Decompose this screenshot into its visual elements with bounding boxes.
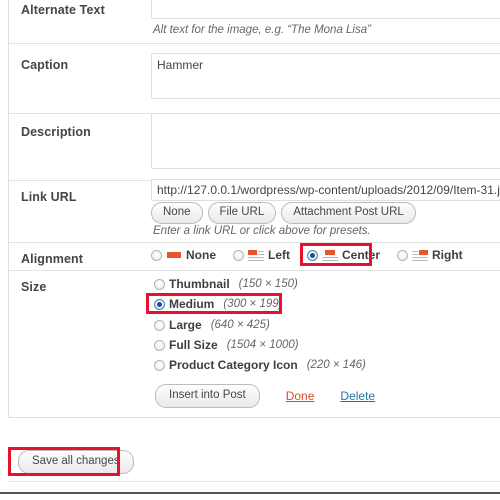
align-left-icon xyxy=(248,249,264,261)
alignment-radio-none[interactable] xyxy=(151,249,162,261)
size-option-thumbnail[interactable]: Thumbnail (150 × 150) xyxy=(152,275,300,293)
save-all-changes-button[interactable]: Save all changes xyxy=(18,450,134,474)
footer-divider xyxy=(8,481,500,482)
size-option-product-category-icon[interactable]: Product Category Icon (220 × 146) xyxy=(152,356,368,374)
description-label: Description xyxy=(21,125,91,139)
size-option-medium[interactable]: Medium (300 × 199) xyxy=(152,295,284,313)
alignment-radio-left[interactable] xyxy=(233,249,244,261)
link-url-hint: Enter a link URL or click above for pres… xyxy=(153,225,371,237)
size-radio-thumbnail[interactable] xyxy=(154,278,165,290)
size-option-full-size-label: Full Size xyxy=(169,338,218,352)
size-radio-product-category-icon[interactable] xyxy=(154,359,165,371)
alignment-radio-group: None Left Center Right xyxy=(149,246,465,264)
alignment-option-right-label: Right xyxy=(432,248,463,262)
size-option-thumbnail-label: Thumbnail xyxy=(169,277,230,291)
insert-into-post-button[interactable]: Insert into Post xyxy=(155,384,260,408)
alignment-option-none-label: None xyxy=(186,248,216,262)
caption-textarea[interactable] xyxy=(151,53,500,99)
size-radio-large[interactable] xyxy=(154,319,165,331)
size-option-thumbnail-dimensions: (150 × 150) xyxy=(238,278,298,290)
field-row-caption: Caption xyxy=(9,43,500,113)
alternate-text-hint: Alt text for the image, e.g. “The Mona L… xyxy=(153,24,371,36)
alignment-radio-center[interactable] xyxy=(307,249,318,261)
size-option-full-size[interactable]: Full Size (1504 × 1000) xyxy=(152,336,301,354)
alignment-option-none[interactable]: None xyxy=(149,246,218,264)
size-option-large[interactable]: Large (640 × 425) xyxy=(152,316,272,334)
attachment-fields-panel: Alternate Text Alt text for the image, e… xyxy=(8,0,500,418)
delete-link[interactable]: Delete xyxy=(340,389,375,403)
align-right-icon xyxy=(412,249,429,261)
size-option-large-dimensions: (640 × 425) xyxy=(210,319,270,331)
size-option-medium-label: Medium xyxy=(169,297,215,311)
media-attachment-details-screen: Alternate Text Alt text for the image, e… xyxy=(0,0,500,500)
size-radio-medium[interactable] xyxy=(154,298,165,310)
size-label: Size xyxy=(21,280,47,294)
alignment-option-center-label: Center xyxy=(342,248,381,262)
size-option-medium-dimensions: (300 × 199) xyxy=(223,298,283,310)
align-center-icon xyxy=(322,249,338,261)
size-option-product-category-icon-label: Product Category Icon xyxy=(169,358,298,372)
field-row-alternate-text: Alternate Text Alt text for the image, e… xyxy=(9,0,500,45)
size-option-product-category-icon-dimensions: (220 × 146) xyxy=(306,359,366,371)
caption-label: Caption xyxy=(21,58,69,72)
field-row-link-url: Link URL None File URL Attachment Post U… xyxy=(9,179,500,243)
save-all-changes-button-wrap: Save all changes xyxy=(18,450,134,474)
field-row-description: Description xyxy=(9,113,500,185)
size-option-large-label: Large xyxy=(169,318,202,332)
alignment-option-center[interactable]: Center xyxy=(305,246,382,264)
field-row-size: Size Thumbnail (150 × 150) Medium (300 ×… xyxy=(9,270,500,418)
alternate-text-label: Alternate Text xyxy=(21,3,105,17)
alternate-text-input[interactable] xyxy=(151,0,500,19)
size-option-full-size-dimensions: (1504 × 1000) xyxy=(226,339,299,351)
link-preset-file-url-button[interactable]: File URL xyxy=(207,202,277,224)
align-none-icon xyxy=(166,249,182,261)
done-link[interactable]: Done xyxy=(286,389,315,403)
link-url-label: Link URL xyxy=(21,190,77,204)
alignment-option-left[interactable]: Left xyxy=(231,246,292,264)
alignment-label: Alignment xyxy=(21,252,84,266)
alignment-radio-right[interactable] xyxy=(397,249,409,261)
link-preset-attachment-post-url-button[interactable]: Attachment Post URL xyxy=(281,202,416,224)
attachment-actions: Insert into Post Done Delete xyxy=(155,384,375,408)
alignment-option-right[interactable]: Right xyxy=(395,246,465,264)
description-textarea[interactable] xyxy=(151,113,500,169)
link-url-preset-buttons: None File URL Attachment Post URL xyxy=(151,202,416,224)
bottom-rule xyxy=(0,492,500,494)
link-url-input[interactable] xyxy=(151,179,500,201)
link-preset-none-button[interactable]: None xyxy=(151,202,203,224)
field-row-alignment: Alignment None Left Center Right xyxy=(9,242,500,271)
size-radio-full-size[interactable] xyxy=(154,339,165,351)
alignment-option-left-label: Left xyxy=(268,248,290,262)
